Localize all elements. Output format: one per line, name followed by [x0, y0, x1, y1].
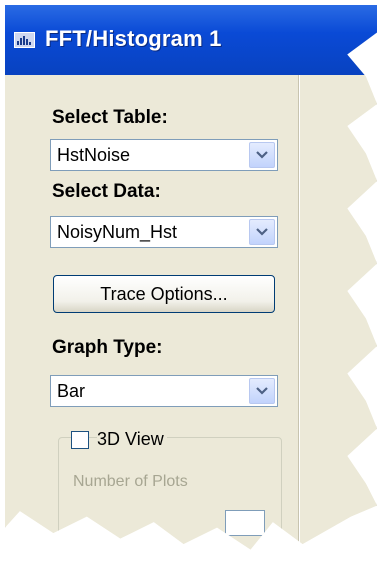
fft-histogram-window: FFT/Histogram 1 Select Table: HstNoise S…	[5, 5, 377, 550]
select-table-label: Select Table:	[52, 107, 168, 128]
select-data-label: Select Data:	[52, 181, 161, 202]
view-options-group	[58, 437, 282, 550]
select-table-dropdown[interactable]: HstNoise	[50, 139, 278, 171]
title-bar[interactable]: FFT/Histogram 1	[5, 5, 377, 75]
graph-type-label: Graph Type:	[52, 337, 163, 358]
select-data-dropdown[interactable]: NoisyNum_Hst	[50, 216, 278, 248]
number-of-plots-label: Number of Plots	[73, 473, 188, 490]
chevron-down-icon[interactable]	[249, 219, 275, 245]
window-title: FFT/Histogram 1	[45, 26, 222, 51]
number-of-plots-field	[225, 510, 265, 536]
select-table-value: HstNoise	[57, 145, 131, 165]
graph-type-value: Bar	[57, 381, 86, 401]
chevron-down-icon[interactable]	[249, 378, 275, 404]
select-data-value: NoisyNum_Hst	[57, 222, 178, 242]
side-area	[299, 75, 377, 550]
chart-window-icon	[14, 32, 35, 48]
graph-type-dropdown[interactable]: Bar	[50, 375, 278, 407]
trace-options-button[interactable]: Trace Options...	[53, 275, 275, 313]
chevron-down-icon[interactable]	[249, 142, 275, 168]
3d-view-label[interactable]: 3D View	[97, 429, 167, 450]
3d-view-checkbox[interactable]	[71, 431, 89, 449]
